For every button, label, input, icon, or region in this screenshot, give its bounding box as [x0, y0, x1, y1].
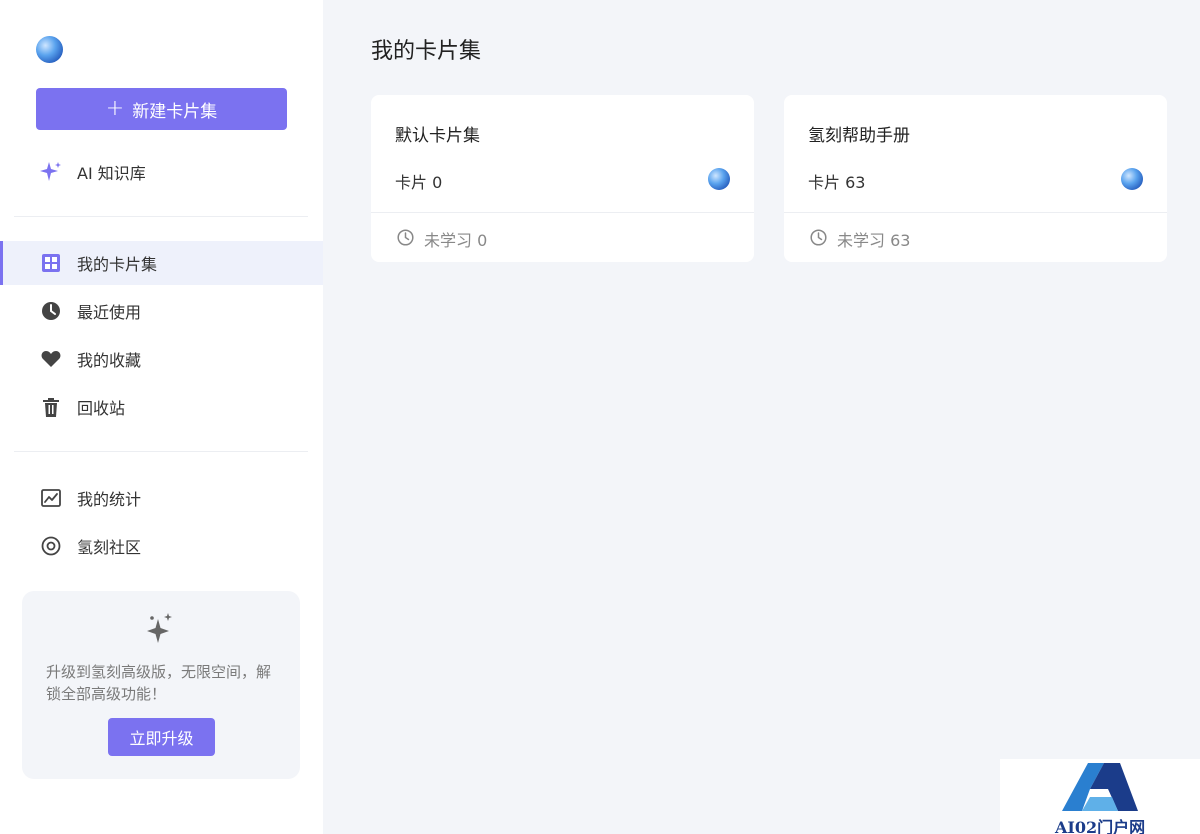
card-set-card[interactable]: 默认卡片集 卡片 0 未学习 0 — [371, 95, 754, 262]
upgrade-now-button[interactable]: 立即升级 — [108, 718, 215, 756]
avatar — [708, 168, 730, 190]
card-count: 卡片 0 — [395, 173, 443, 192]
plus-icon: + — [105, 96, 125, 121]
watermark-logo-icon — [1060, 761, 1140, 813]
sidebar-item-label: 最近使用 — [77, 303, 142, 322]
new-card-set-label: 新建卡片集 — [132, 101, 218, 122]
target-icon — [39, 534, 63, 558]
sidebar-item-label: 回收站 — [77, 399, 126, 418]
sidebar-item-favorites[interactable]: 我的收藏 — [0, 337, 323, 381]
avatar — [1121, 168, 1143, 190]
watermark-text: AI02门户网 — [1055, 818, 1146, 834]
watermark: AI02门户网 — [1000, 759, 1200, 834]
sidebar-item-label: 我的卡片集 — [77, 255, 158, 274]
divider — [784, 212, 1167, 213]
card-set-title: 默认卡片集 — [395, 126, 480, 146]
new-card-set-button[interactable]: + 新建卡片集 — [36, 88, 287, 130]
sparkle-icon — [146, 613, 174, 645]
sidebar-item-community[interactable]: 氢刻社区 — [0, 524, 323, 568]
clock-icon — [39, 299, 63, 323]
card-set-card[interactable]: 氢刻帮助手册 卡片 63 未学习 63 — [784, 95, 1167, 262]
clock-icon — [810, 228, 827, 250]
clock-icon — [397, 228, 414, 250]
sidebar-item-my-card-sets[interactable]: 我的卡片集 — [0, 241, 323, 285]
upgrade-promo-card: 升级到氢刻高级版，无限空间，解锁全部高级功能！ 立即升级 — [22, 591, 300, 779]
divider — [14, 451, 308, 452]
sidebar-item-label: 氢刻社区 — [77, 538, 142, 557]
sidebar: + 新建卡片集 AI 知识库 我的卡片集 最近使用 我的收藏 回收站 我的统计 … — [0, 0, 323, 834]
grid-icon — [39, 251, 63, 275]
sidebar-item-recent[interactable]: 最近使用 — [0, 289, 323, 333]
sidebar-item-label: AI 知识库 — [77, 164, 146, 183]
card-footer: 未学习 63 — [810, 227, 910, 251]
card-footer: 未学习 0 — [397, 227, 487, 251]
divider — [14, 216, 308, 217]
card-count: 卡片 63 — [808, 173, 866, 192]
app-logo[interactable] — [36, 36, 63, 63]
unlearned-count: 未学习 63 — [837, 231, 911, 250]
sidebar-item-label: 我的统计 — [77, 490, 142, 509]
sidebar-item-trash[interactable]: 回收站 — [0, 385, 323, 429]
heart-icon — [39, 347, 63, 371]
card-set-title: 氢刻帮助手册 — [808, 126, 910, 146]
sidebar-item-ai-knowledge[interactable]: AI 知识库 — [0, 150, 323, 194]
unlearned-count: 未学习 0 — [424, 231, 488, 250]
sidebar-item-statistics[interactable]: 我的统计 — [0, 476, 323, 520]
sidebar-item-label: 我的收藏 — [77, 351, 142, 370]
divider — [371, 212, 754, 213]
page-title: 我的卡片集 — [371, 39, 482, 64]
sparkle-icon — [39, 160, 63, 184]
upgrade-promo-text: 升级到氢刻高级版，无限空间，解锁全部高级功能！ — [46, 663, 272, 703]
chart-icon — [39, 486, 63, 510]
trash-icon — [39, 395, 63, 419]
